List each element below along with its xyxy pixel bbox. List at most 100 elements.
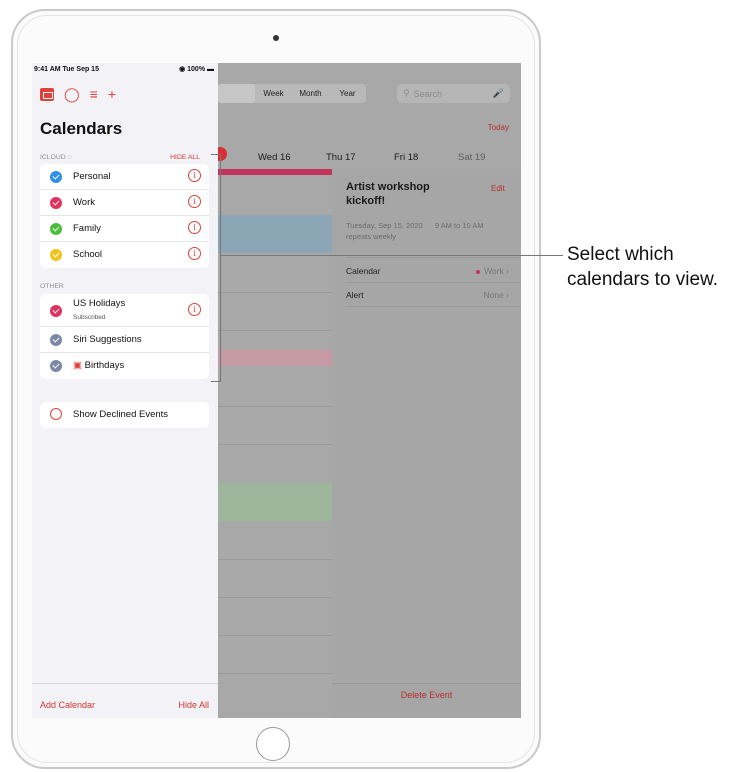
today-button[interactable]: Today bbox=[488, 123, 509, 132]
calendar-item-label: Work bbox=[73, 197, 95, 208]
callout-leader-line bbox=[221, 255, 563, 256]
calendar-row-label: Calendar bbox=[346, 266, 381, 276]
callout-text: Select which calendars to view. bbox=[567, 242, 718, 292]
info-icon[interactable]: i bbox=[188, 303, 201, 316]
event-block-red[interactable] bbox=[218, 169, 332, 175]
divider bbox=[346, 306, 521, 307]
hour-line bbox=[218, 330, 332, 331]
hour-line bbox=[218, 635, 332, 636]
calendar-item-label: School bbox=[73, 249, 103, 260]
event-date-text: Tuesday, Sep 15, 2020 bbox=[346, 221, 423, 230]
alert-value-text: None bbox=[483, 290, 504, 300]
alert-row[interactable]: Alert None › bbox=[346, 290, 521, 300]
segment-day[interactable] bbox=[218, 84, 255, 103]
hide-all-icloud-button[interactable]: HIDE ALL bbox=[170, 154, 200, 161]
calendar-item-school[interactable]: School i bbox=[40, 242, 209, 268]
calendar-row[interactable]: Calendar Work › bbox=[346, 266, 521, 276]
calendars-sidebar: 9:41 AM Tue Sep 15 ◉ 100% ▬ ◯ ≡ + Calend… bbox=[32, 63, 218, 718]
other-section-label: OTHER bbox=[40, 283, 64, 290]
calendar-item-family[interactable]: Family i bbox=[40, 216, 209, 242]
day-fri[interactable]: Fri 18 bbox=[394, 152, 418, 163]
screen: Week Month Year ⚲ Search 🎤 Today Wed 16 … bbox=[32, 63, 521, 718]
day-sat[interactable]: Sat 19 bbox=[458, 152, 485, 163]
delete-event-button[interactable]: Delete Event bbox=[332, 690, 521, 700]
gift-icon: ▣ bbox=[73, 360, 82, 371]
icloud-label-text: ICLOUD bbox=[40, 154, 66, 161]
calendar-value-text: Work bbox=[484, 266, 504, 276]
calendar-item-personal[interactable]: Personal i bbox=[40, 164, 209, 190]
show-declined-events-row[interactable]: Show Declined Events bbox=[40, 402, 209, 428]
calendar-item-work[interactable]: Work i bbox=[40, 190, 209, 216]
checkmark-icon[interactable] bbox=[50, 197, 62, 209]
divider bbox=[32, 683, 218, 684]
hour-line bbox=[218, 673, 332, 674]
callout-line-1: Select which bbox=[567, 244, 674, 265]
day-header: Wed 16 Thu 17 Fri 18 Sat 19 bbox=[218, 149, 521, 169]
info-icon[interactable]: i bbox=[188, 195, 201, 208]
calendar-item-label: ▣ Birthdays bbox=[73, 360, 124, 371]
callout-bracket bbox=[211, 154, 221, 382]
event-date: Tuesday, Sep 15, 2020 9 AM to 10 AM bbox=[346, 221, 484, 230]
checkmark-icon[interactable] bbox=[50, 171, 62, 183]
divider bbox=[346, 282, 521, 283]
hide-all-button[interactable]: Hide All bbox=[178, 700, 209, 710]
page-title: Calendars bbox=[40, 119, 123, 138]
event-block-blue[interactable] bbox=[218, 215, 332, 253]
list-icon[interactable]: ≡ bbox=[90, 87, 98, 101]
calendar-item-label: US Holidays bbox=[73, 298, 126, 309]
checkmark-icon[interactable] bbox=[50, 360, 62, 372]
add-calendar-button[interactable]: Add Calendar bbox=[40, 700, 95, 710]
callout-line-2: calendars to view. bbox=[567, 269, 719, 290]
info-icon[interactable]: i bbox=[188, 169, 201, 182]
event-block-green[interactable] bbox=[218, 483, 332, 521]
checkmark-icon[interactable] bbox=[50, 305, 62, 317]
inbox-icon[interactable]: ◯ bbox=[64, 87, 80, 101]
hour-line bbox=[218, 292, 332, 293]
icloud-section-label: ICLOUD ◌ bbox=[40, 154, 72, 161]
sync-icon: ◌ bbox=[67, 154, 72, 161]
calendar-item-label: Personal bbox=[73, 171, 111, 182]
segment-year[interactable]: Year bbox=[329, 84, 366, 103]
info-icon[interactable]: i bbox=[188, 221, 201, 234]
checkmark-icon[interactable] bbox=[50, 223, 62, 235]
sidebar-toolbar: ◯ ≡ + bbox=[40, 87, 116, 101]
calendar-item-label: Family bbox=[73, 223, 101, 234]
home-button[interactable] bbox=[256, 727, 290, 761]
event-repeat: repeats weekly bbox=[346, 232, 397, 241]
calendar-item-us-holidays[interactable]: US Holidays Subscribed i bbox=[40, 294, 209, 327]
search-icon: ⚲ bbox=[403, 88, 410, 98]
event-detail-pane bbox=[332, 169, 521, 718]
alert-row-value: None › bbox=[483, 290, 509, 300]
status-time: 9:41 AM Tue Sep 15 bbox=[34, 66, 99, 73]
show-declined-item[interactable]: Show Declined Events bbox=[40, 402, 209, 428]
checkmark-icon[interactable] bbox=[50, 334, 62, 346]
hour-line bbox=[218, 559, 332, 560]
mic-icon[interactable]: 🎤 bbox=[493, 88, 504, 99]
calendar-item-sublabel: Subscribed bbox=[73, 314, 106, 321]
plus-icon[interactable]: + bbox=[108, 87, 116, 101]
birthdays-label-text: Birthdays bbox=[84, 360, 125, 371]
day-wed[interactable]: Wed 16 bbox=[258, 152, 291, 163]
color-dot-icon bbox=[476, 269, 481, 274]
calendar-item-birthdays[interactable]: ▣ Birthdays bbox=[40, 353, 209, 379]
edit-button[interactable]: Edit bbox=[491, 184, 505, 193]
hour-line bbox=[218, 444, 332, 445]
unchecked-circle-icon[interactable] bbox=[50, 408, 62, 420]
event-title: Artist workshop kickoff! bbox=[346, 181, 430, 207]
info-icon[interactable]: i bbox=[188, 247, 201, 260]
checkmark-icon[interactable] bbox=[50, 249, 62, 261]
calendar-item-siri-suggestions[interactable]: Siri Suggestions bbox=[40, 327, 209, 353]
divider bbox=[332, 683, 521, 684]
view-segmented-control[interactable]: Week Month Year bbox=[218, 84, 366, 103]
search-field[interactable]: ⚲ Search 🎤 bbox=[397, 84, 510, 103]
calendar-icon[interactable] bbox=[40, 87, 54, 101]
day-thu[interactable]: Thu 17 bbox=[326, 152, 356, 163]
calendar-item-label: Siri Suggestions bbox=[73, 334, 142, 345]
hour-line bbox=[218, 406, 332, 407]
status-battery: ◉ 100% ▬ bbox=[179, 66, 214, 73]
event-block-pink[interactable] bbox=[218, 350, 332, 366]
segment-week[interactable]: Week bbox=[255, 84, 292, 103]
segment-month[interactable]: Month bbox=[292, 84, 329, 103]
show-declined-label: Show Declined Events bbox=[73, 409, 169, 420]
divider bbox=[346, 257, 521, 258]
